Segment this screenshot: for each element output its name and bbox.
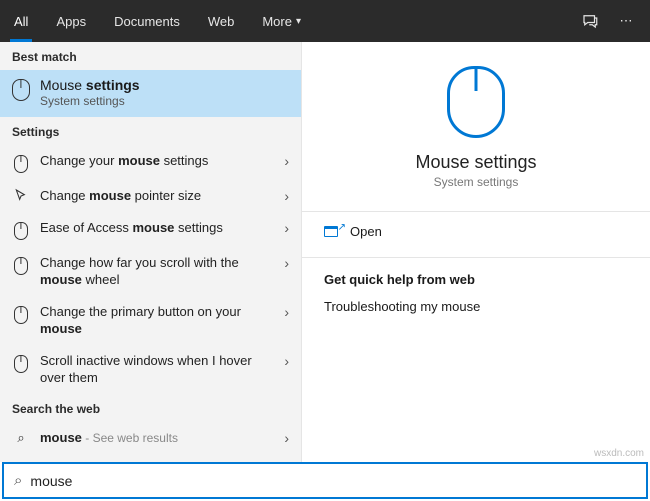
best-match-subtitle: System settings	[40, 94, 140, 108]
chevron-right-icon: ›	[284, 254, 289, 271]
open-icon	[324, 226, 338, 237]
cursor-icon	[12, 187, 30, 204]
mouse-hero-icon	[447, 66, 505, 138]
tab-all[interactable]: All	[0, 0, 42, 42]
feedback-icon[interactable]	[572, 0, 608, 42]
result-text: Change mouse pointer size	[40, 187, 274, 205]
mouse-icon	[12, 79, 30, 101]
chevron-right-icon: ›	[284, 429, 289, 446]
top-tabs: All Apps Documents Web More▾ ⋯	[0, 0, 650, 42]
search-bar[interactable]: ⌕	[2, 462, 648, 499]
results-panel: Best match Mouse settings System setting…	[0, 42, 302, 462]
chevron-right-icon: ›	[284, 187, 289, 204]
best-match-title: Mouse settings	[40, 77, 140, 93]
preview-title: Mouse settings	[415, 152, 536, 173]
settings-label: Settings	[0, 117, 301, 145]
mouse-icon	[14, 257, 28, 275]
result-text: Ease of Access mouse settings	[40, 219, 274, 237]
search-icon: ⌕	[12, 429, 30, 446]
mouse-icon	[14, 222, 28, 240]
settings-result[interactable]: Change your mouse settings ›	[0, 145, 301, 180]
mouse-icon	[14, 155, 28, 173]
search-input[interactable]	[30, 473, 636, 489]
result-text: Change your mouse settings	[40, 152, 274, 170]
search-icon: ⌕	[14, 472, 22, 489]
result-text: Change how far you scroll with the mouse…	[40, 254, 274, 289]
result-text: mouse - See web results	[40, 429, 274, 447]
chevron-right-icon: ›	[284, 352, 289, 369]
settings-result[interactable]: Change the primary button on your mouse …	[0, 296, 301, 345]
settings-result[interactable]: Scroll inactive windows when I hover ove…	[0, 345, 301, 394]
mouse-icon	[14, 355, 28, 373]
web-result[interactable]: ⌕ mouse clicker ›	[0, 453, 301, 462]
tab-more[interactable]: More▾	[248, 0, 315, 42]
settings-result[interactable]: Change mouse pointer size ›	[0, 180, 301, 212]
result-text: Change the primary button on your mouse	[40, 303, 274, 338]
result-text: Scroll inactive windows when I hover ove…	[40, 352, 274, 387]
chevron-right-icon: ›	[284, 152, 289, 169]
chevron-right-icon: ›	[284, 219, 289, 236]
open-label: Open	[350, 224, 382, 239]
chevron-right-icon: ›	[284, 303, 289, 320]
search-web-label: Search the web	[0, 394, 301, 422]
quick-help-item[interactable]: Troubleshooting my mouse	[302, 293, 650, 320]
mouse-icon	[14, 306, 28, 324]
preview-subtitle: System settings	[434, 175, 519, 189]
web-result[interactable]: ⌕ mouse - See web results ›	[0, 422, 301, 454]
watermark: wsxdn.com	[594, 448, 644, 459]
more-options-icon[interactable]: ⋯	[608, 0, 644, 42]
settings-result[interactable]: Ease of Access mouse settings ›	[0, 212, 301, 247]
quick-help-heading: Get quick help from web	[302, 258, 650, 293]
chevron-down-icon: ▾	[296, 16, 301, 27]
best-match-label: Best match	[0, 42, 301, 70]
open-action[interactable]: Open	[302, 212, 650, 251]
preview-panel: Mouse settings System settings Open Get …	[302, 42, 650, 462]
tab-web[interactable]: Web	[194, 0, 249, 42]
tab-documents[interactable]: Documents	[100, 0, 194, 42]
settings-result[interactable]: Change how far you scroll with the mouse…	[0, 247, 301, 296]
best-match-result[interactable]: Mouse settings System settings	[0, 70, 301, 117]
tab-apps[interactable]: Apps	[42, 0, 100, 42]
